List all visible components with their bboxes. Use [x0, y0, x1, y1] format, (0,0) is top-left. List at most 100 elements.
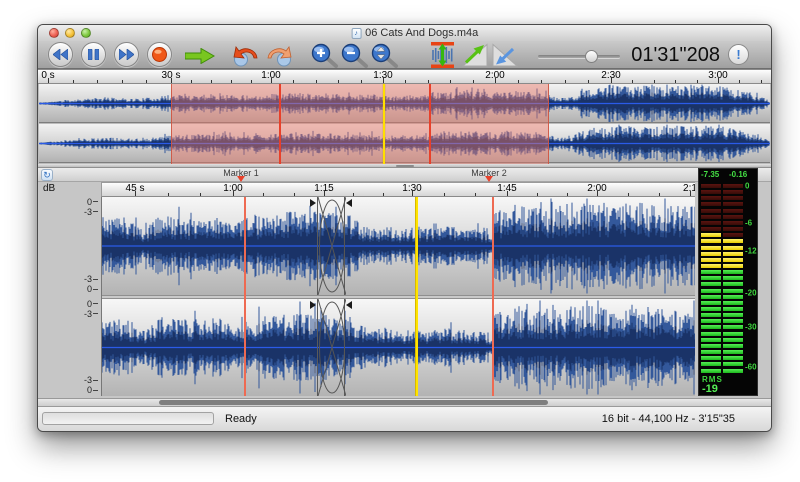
meter-segment [723, 190, 743, 194]
volume-slider[interactable] [538, 55, 620, 58]
meter-segment [701, 239, 721, 243]
db-scale-value: -3 [84, 207, 92, 217]
ruler-tick [473, 80, 474, 83]
detail-waveform[interactable] [101, 197, 695, 396]
ruler-tick [588, 80, 589, 83]
horizontal-scrollbar[interactable] [38, 398, 771, 406]
marker-line[interactable] [244, 197, 246, 396]
ruler-tick [191, 80, 192, 83]
undo-icon [232, 44, 260, 67]
overview-waveform[interactable] [38, 84, 771, 164]
ruler-tick [761, 80, 762, 83]
volume-slider-knob[interactable] [585, 50, 598, 63]
minimize-button[interactable] [65, 28, 75, 38]
audio-file-icon: ♪ [351, 28, 361, 39]
ruler-tick [611, 78, 612, 83]
meter-scale-label: -12 [745, 247, 757, 256]
meter-segment [723, 264, 743, 268]
zoom-out-button[interactable] [340, 43, 369, 68]
play-cursor-button[interactable] [185, 48, 215, 64]
ruler-tick [200, 193, 201, 196]
rms-value: -19 [702, 383, 718, 395]
meter-segment [723, 239, 743, 243]
traffic-lights [49, 28, 91, 38]
marker-line[interactable] [492, 197, 494, 396]
meter-segment [701, 332, 721, 336]
meter-segment [723, 319, 743, 323]
alert-button[interactable]: ! [728, 44, 749, 65]
playhead-line[interactable] [415, 197, 418, 396]
ruler-tick [338, 80, 339, 83]
pause-button[interactable] [81, 42, 106, 67]
meter-segment [701, 356, 721, 360]
record-button[interactable] [147, 42, 172, 67]
crossfade-right-handle-icon[interactable] [346, 199, 352, 207]
db-scale: dB 0-3-30 0-3-30 [38, 182, 101, 396]
rewind-button[interactable] [48, 42, 73, 67]
fade-in-button[interactable] [462, 43, 488, 67]
undo-button[interactable] [232, 44, 260, 67]
redo-button[interactable] [265, 44, 293, 67]
meter-segment [723, 221, 743, 225]
db-scale-value: -3 [84, 375, 92, 385]
crossfade-right-handle-icon[interactable] [346, 301, 352, 309]
db-scale-value: -3 [84, 274, 92, 284]
fast-forward-icon [119, 49, 134, 60]
overview-ruler[interactable]: 0 s30 s1:001:302:002:303:00 [38, 69, 771, 84]
db-scale-value: 0 [87, 299, 92, 309]
playhead-line[interactable] [383, 84, 385, 164]
ruler-tick [428, 80, 429, 83]
fade-out-button[interactable] [492, 43, 518, 67]
meter-scale-label: -60 [745, 363, 757, 372]
meter-segment [723, 356, 743, 360]
meter-segment [723, 332, 743, 336]
marker-line[interactable] [429, 84, 431, 164]
ruler-tick [293, 80, 294, 83]
meter-segment [723, 338, 743, 342]
peak-value-left: -7.35 [701, 170, 719, 179]
scrollbar-thumb[interactable] [159, 400, 548, 405]
ruler-tick [251, 80, 252, 83]
detail-ruler[interactable]: 45 s1:001:151:301:452:002:1 [101, 182, 695, 197]
crossfade-left-handle-icon[interactable] [310, 301, 316, 309]
window-title-area: ♪ 06 Cats And Dogs.m4a [351, 27, 478, 39]
meter-bar-left [701, 184, 721, 374]
zoom-fit-button[interactable] [370, 43, 399, 68]
ruler-tick [231, 80, 232, 83]
meter-segment [723, 209, 743, 213]
normalize-button[interactable] [430, 42, 455, 68]
meter-segment [701, 252, 721, 256]
crossfade-region[interactable] [317, 299, 345, 396]
redo-icon [265, 44, 293, 67]
titlebar[interactable]: ♪ 06 Cats And Dogs.m4a [38, 25, 771, 41]
meter-segment [723, 313, 743, 317]
meter-segment [723, 276, 743, 280]
level-meter: -7.35 -0.16 0-6-12-20-30-60 RMS -19 [698, 168, 758, 396]
meter-segment [701, 215, 721, 219]
meter-segment [723, 295, 743, 299]
meter-segment [701, 196, 721, 200]
zoom-fit-icon [370, 43, 399, 68]
crossfade-left-handle-icon[interactable] [310, 199, 316, 207]
ruler-tick [507, 191, 508, 196]
zoom-in-button[interactable] [310, 43, 339, 68]
ruler-tick [168, 193, 169, 196]
ruler-tick [654, 80, 655, 83]
fade-out-icon [492, 43, 518, 67]
sync-button[interactable]: ↻ [41, 169, 53, 181]
db-scale-value: 0 [87, 385, 92, 395]
window-title: 06 Cats And Dogs.m4a [365, 27, 478, 39]
zoom-window-button[interactable] [81, 28, 91, 38]
ruler-tick [475, 193, 476, 196]
fast-forward-button[interactable] [114, 42, 139, 67]
marker-line[interactable] [279, 84, 281, 164]
close-button[interactable] [49, 28, 59, 38]
ruler-tick [233, 191, 234, 196]
crossfade-region[interactable] [317, 197, 345, 295]
meter-segment [701, 369, 721, 373]
ruler-tick [444, 193, 445, 196]
marker-bar[interactable]: ↻ Marker 1Marker 2 [38, 168, 771, 182]
selection-region[interactable] [171, 84, 549, 164]
ruler-tick [659, 193, 660, 196]
meter-segment [723, 307, 743, 311]
